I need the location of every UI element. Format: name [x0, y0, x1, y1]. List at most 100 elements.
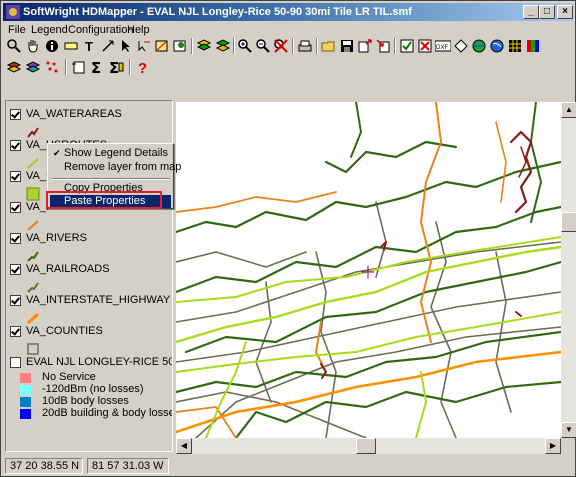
grid-icon[interactable] — [506, 37, 524, 55]
save-disk-icon[interactable] — [338, 37, 356, 55]
layers-stack-icon[interactable] — [195, 37, 213, 55]
layer-checkbox[interactable] — [10, 357, 21, 368]
svg-text:Σ: Σ — [91, 59, 101, 75]
legend-entry-label: No Service — [42, 371, 96, 383]
check-icon[interactable] — [398, 37, 416, 55]
longitude-readout: 81 57 31.03 W — [87, 458, 169, 474]
layer-checkbox[interactable] — [10, 264, 21, 275]
railroad-line-icon — [27, 282, 39, 293]
app-window: SoftWright HDMapper - EVAL NJL Longley-R… — [0, 0, 576, 477]
menu-configuration[interactable]: Configuration — [68, 23, 133, 37]
county-box-icon — [27, 343, 39, 355]
secondary-toolbar: Σ Σ ? — [3, 57, 573, 77]
zoom-out-icon[interactable] — [254, 37, 272, 55]
globe-blue-icon[interactable] — [488, 37, 506, 55]
checkmark-icon: ✔ — [53, 148, 61, 158]
layer-red-icon[interactable] — [5, 58, 23, 76]
zoom-in-icon[interactable] — [236, 37, 254, 55]
page-icon[interactable] — [69, 58, 87, 76]
map-canvas[interactable] — [176, 102, 561, 438]
map-horizontal-scrollbar[interactable]: ◀ ▶ — [176, 438, 561, 454]
map-layers — [176, 102, 561, 438]
sparkle-icon[interactable] — [43, 58, 61, 76]
svg-text:Σ: Σ — [109, 59, 119, 75]
main-toolbar: T DXF — [3, 36, 573, 56]
menu-item-show-legend-details[interactable]: ✔ Show Legend Details — [50, 147, 171, 160]
map-vertical-scrollbar[interactable]: ▲ ▼ — [561, 102, 576, 438]
urban-fill-icon — [26, 187, 40, 201]
window-title: SoftWright HDMapper - EVAL NJL Longley-R… — [23, 6, 412, 18]
legend-entry-label: -120dBm (no losses) — [42, 383, 144, 395]
menu-file[interactable]: File — [8, 23, 26, 37]
select-arrow-icon[interactable] — [117, 37, 135, 55]
label-tag-icon[interactable] — [62, 37, 80, 55]
app-logo-icon — [6, 5, 20, 19]
layer-label: VA_RIVERS — [26, 232, 87, 244]
legend-entry: 20dB building & body losses — [20, 407, 173, 420]
svg-text:DXF: DXF — [436, 45, 448, 51]
horizontal-scroll-thumb[interactable] — [356, 438, 376, 454]
resize-arrows-icon[interactable] — [99, 37, 117, 55]
open-folder-icon[interactable] — [320, 37, 338, 55]
layer-checkbox[interactable] — [10, 202, 21, 213]
color-swatch — [20, 385, 31, 395]
sigma-icon[interactable]: Σ — [88, 58, 106, 76]
color-swatch — [20, 409, 31, 419]
minimize-button[interactable]: _ — [523, 5, 539, 19]
draw-polygon-icon[interactable] — [153, 37, 171, 55]
import-icon[interactable] — [374, 37, 392, 55]
layer-checkbox[interactable] — [10, 233, 21, 244]
river-line-icon — [27, 251, 39, 262]
layer-checkbox[interactable] — [10, 140, 21, 151]
sigma-edit-icon[interactable]: Σ — [107, 58, 125, 76]
layers-edit-icon[interactable] — [214, 37, 232, 55]
water-line-icon — [27, 127, 39, 138]
color-swatch — [20, 397, 31, 407]
maximize-button[interactable]: □ — [539, 5, 555, 19]
export-icon[interactable] — [356, 37, 374, 55]
menu-help[interactable]: Help — [127, 23, 150, 37]
pan-hand-icon[interactable] — [24, 37, 42, 55]
text-tool-icon[interactable]: T — [81, 37, 99, 55]
layer-checkbox[interactable] — [10, 109, 21, 120]
help-question-icon[interactable]: ? — [133, 58, 151, 76]
print-icon[interactable] — [296, 37, 314, 55]
edit-shape-icon[interactable] — [171, 37, 189, 55]
globe-icon[interactable] — [470, 37, 488, 55]
svg-text:?: ? — [138, 60, 147, 75]
layer-label: VA_INTERSTATE_HIGHWAY — [26, 294, 171, 306]
menu-item-label: Show Legend Details — [64, 147, 168, 159]
dxf-icon[interactable]: DXF — [434, 37, 452, 55]
legend-entry-label: 10dB body losses — [42, 395, 129, 407]
status-bar: 37 20 38.55 N 81 57 31.03 W — [3, 457, 573, 475]
layer-checkbox[interactable] — [10, 326, 21, 337]
menu-legend[interactable]: Legend — [31, 23, 68, 37]
scroll-left-icon[interactable]: ◀ — [176, 438, 192, 454]
info-icon[interactable] — [43, 37, 61, 55]
annotation-highlight-box — [46, 191, 162, 209]
scroll-right-icon[interactable]: ▶ — [545, 438, 561, 454]
road-line-icon — [27, 220, 39, 231]
legend-entry-label: 20dB building & body losses — [42, 407, 173, 419]
colorbar-icon[interactable] — [524, 37, 542, 55]
vertical-scroll-thumb[interactable] — [561, 212, 576, 232]
layer-color-icon[interactable] — [24, 58, 42, 76]
scroll-up-icon[interactable]: ▲ — [561, 102, 576, 118]
menu-item-label: Remove layer from map — [64, 161, 182, 173]
title-bar[interactable]: SoftWright HDMapper - EVAL NJL Longley-R… — [3, 3, 573, 21]
zoom-tool-icon[interactable] — [5, 37, 23, 55]
latitude-readout: 37 20 38.55 N — [5, 458, 83, 474]
interstate-line-icon — [26, 312, 40, 325]
layer-checkbox[interactable] — [10, 295, 21, 306]
close-button[interactable]: × — [557, 5, 573, 19]
layer-checkbox[interactable] — [10, 171, 21, 182]
scroll-down-icon[interactable]: ▼ — [561, 422, 576, 438]
diamond-icon[interactable] — [452, 37, 470, 55]
zoom-cancel-icon[interactable] — [272, 37, 290, 55]
measure-arrow-icon[interactable] — [135, 37, 153, 55]
menu-separator — [51, 178, 170, 180]
menu-item-remove-layer[interactable]: Remove layer from map — [50, 161, 181, 174]
route-line-icon — [27, 158, 39, 169]
color-swatch — [20, 373, 31, 383]
clear-icon[interactable] — [416, 37, 434, 55]
